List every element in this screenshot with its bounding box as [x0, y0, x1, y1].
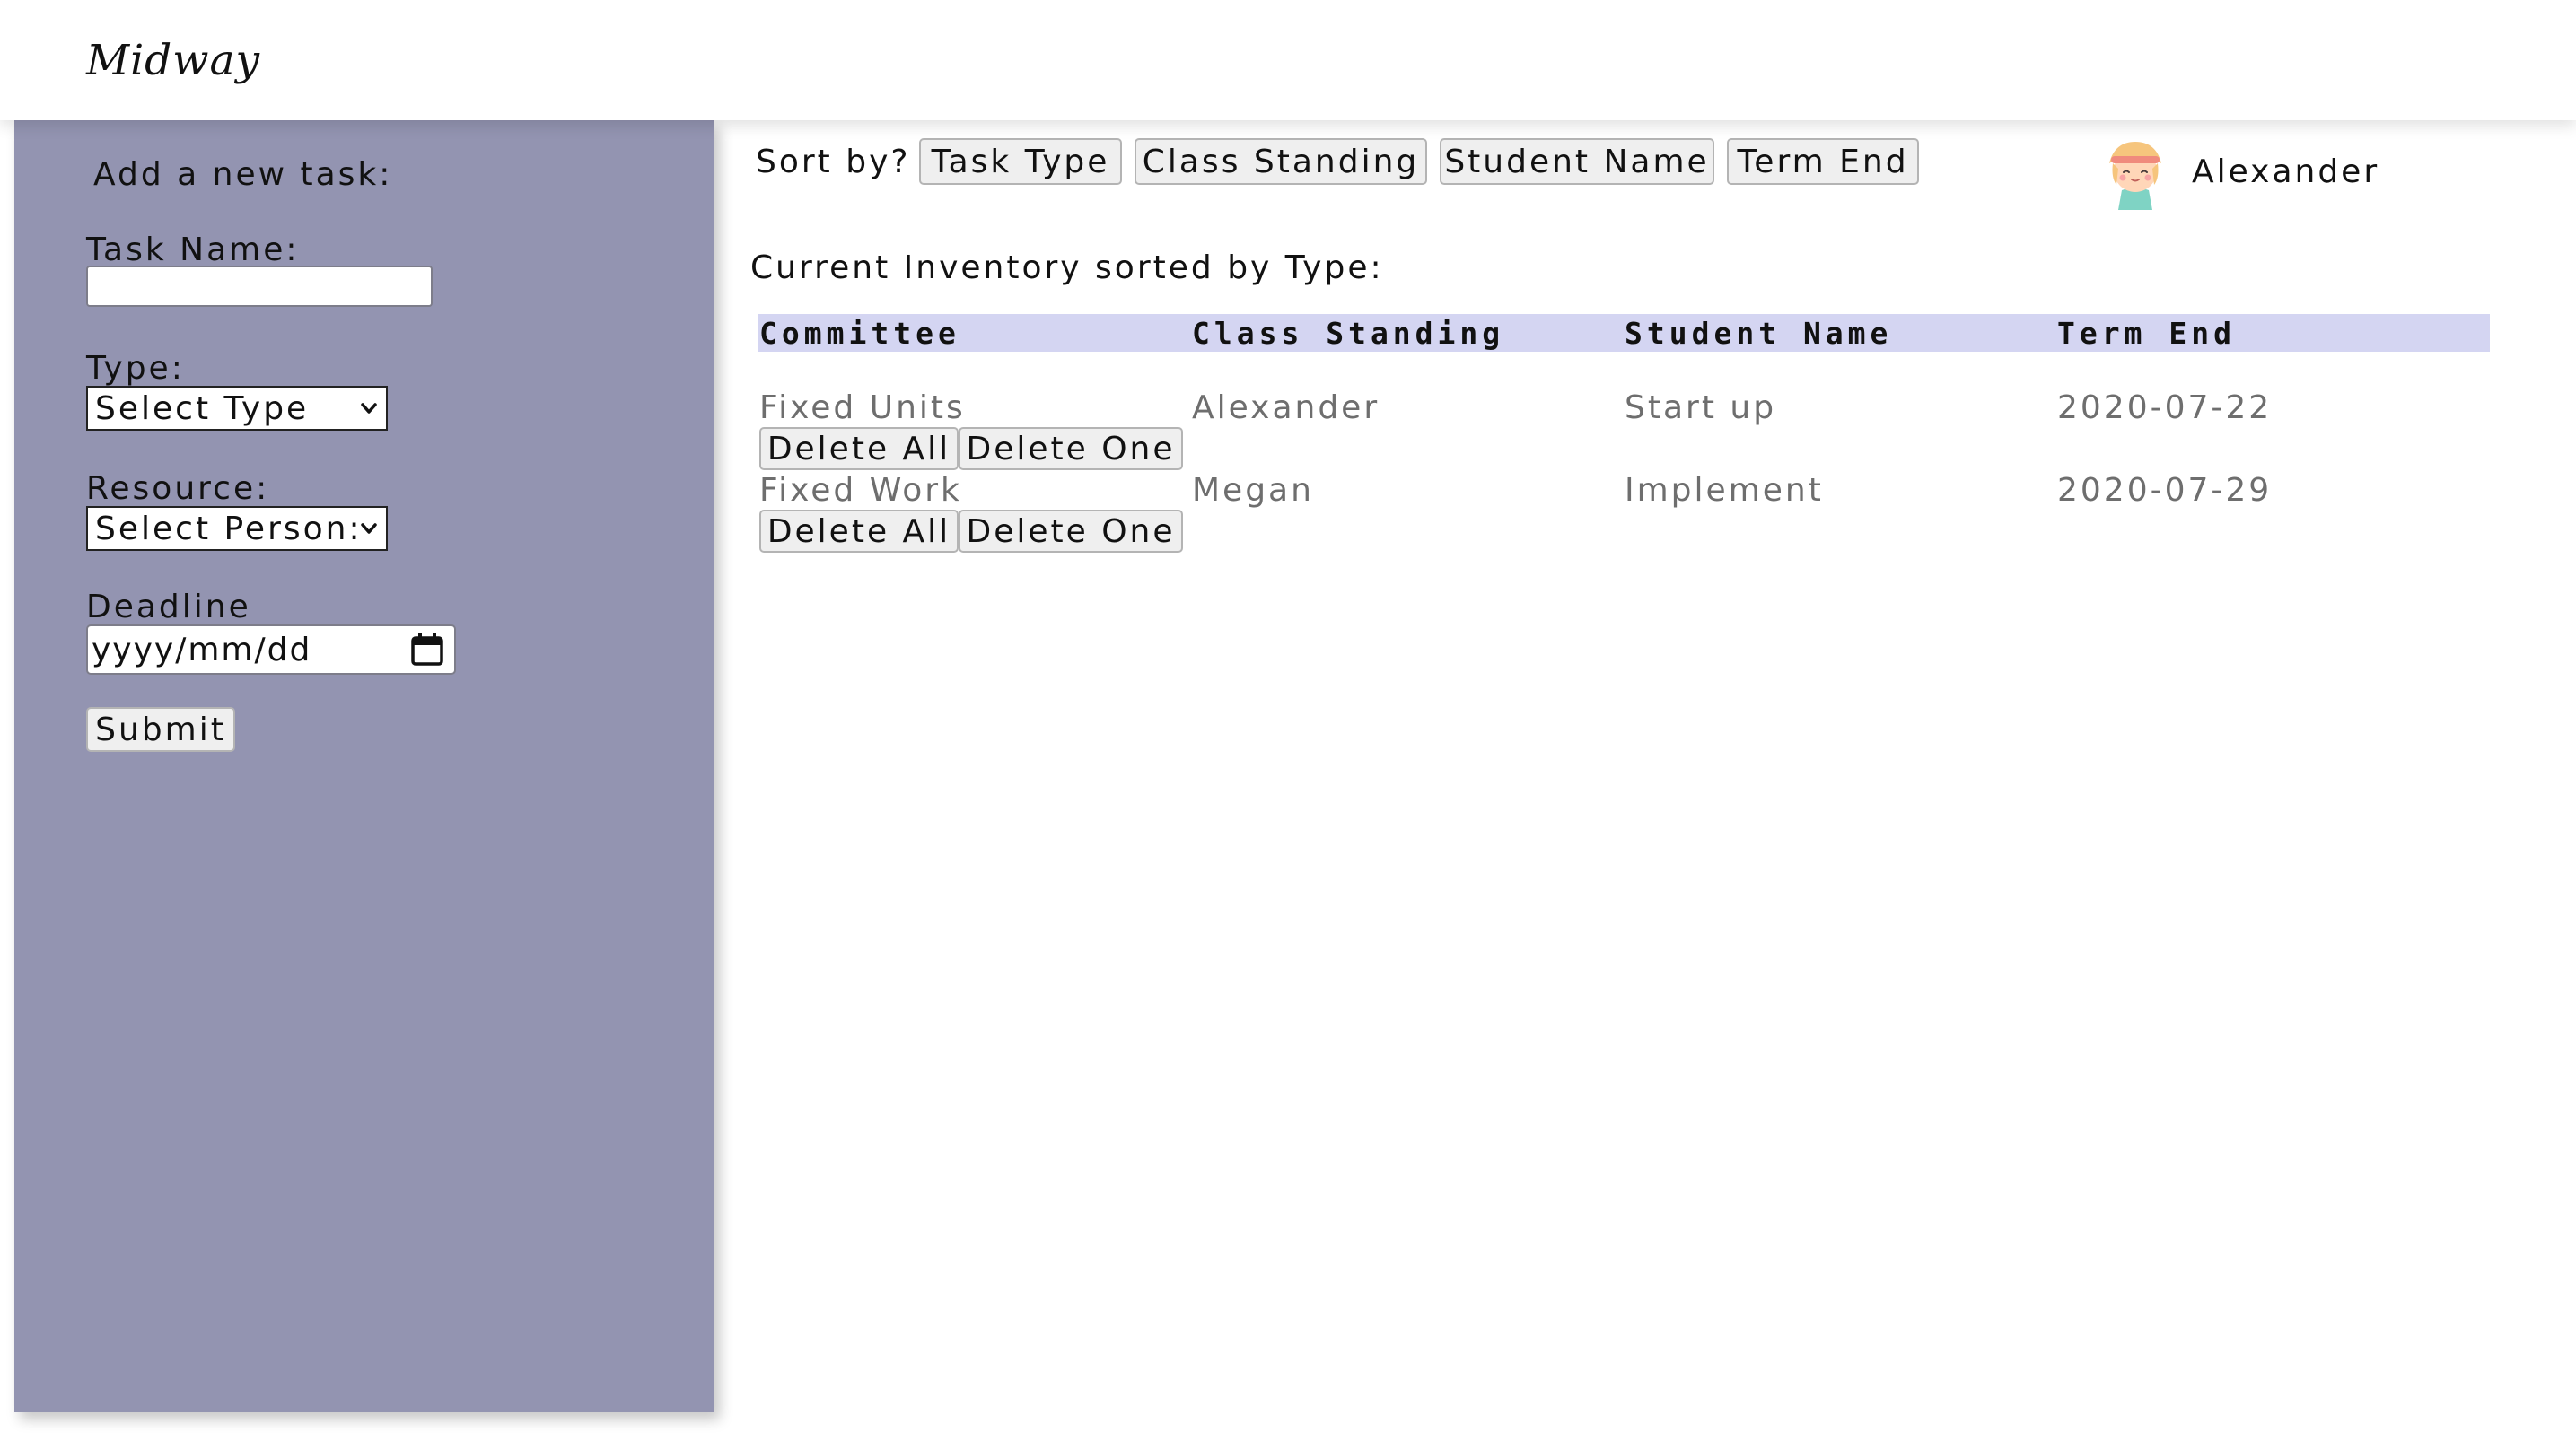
type-label: Type: — [86, 350, 185, 387]
row-cell-class-standing: Alexander — [1192, 389, 1380, 426]
resource-label: Resource: — [86, 470, 270, 507]
task-name-input[interactable] — [86, 266, 433, 307]
user-profile[interactable]: Alexander — [2097, 133, 2379, 210]
column-header-term-end: Term End — [2057, 316, 2236, 351]
app-header: Midway — [0, 0, 2576, 120]
sort-task-type-button[interactable]: Task Type — [919, 138, 1122, 185]
sort-term-end-button[interactable]: Term End — [1727, 138, 1919, 185]
form-title: Add a new task: — [93, 156, 393, 193]
chevron-down-icon — [357, 397, 381, 420]
delete-all-button[interactable]: Delete All — [759, 427, 959, 470]
column-header-class-standing: Class Standing — [1192, 316, 1505, 351]
sort-label: Sort by? — [756, 144, 911, 180]
row-cell-class-standing: Megan — [1192, 472, 1314, 509]
deadline-label: Deadline — [86, 589, 251, 625]
app-logo[interactable]: Midway — [86, 36, 260, 85]
type-select[interactable]: Select Type — [86, 386, 388, 431]
delete-one-button[interactable]: Delete One — [959, 510, 1183, 553]
resource-select[interactable]: Select Person: — [86, 506, 388, 551]
row-cell-student-name: Implement — [1625, 472, 1824, 509]
sort-class-standing-button[interactable]: Class Standing — [1135, 138, 1427, 185]
row-cell-committee: Fixed Units — [759, 389, 966, 426]
calendar-icon[interactable] — [409, 632, 445, 668]
deadline-date-input[interactable]: yyyy/mm/dd — [86, 624, 456, 675]
row-cell-student-name: Start up — [1625, 389, 1777, 426]
submit-button[interactable]: Submit — [86, 707, 235, 752]
user-name: Alexander — [2192, 153, 2380, 190]
deadline-placeholder: yyyy/mm/dd — [92, 631, 312, 668]
avatar — [2109, 142, 2161, 210]
row-cell-term-end: 2020-07-22 — [2057, 389, 2273, 426]
chevron-down-icon — [357, 517, 381, 540]
sort-student-name-button[interactable]: Student Name — [1440, 138, 1714, 185]
delete-one-button[interactable]: Delete One — [959, 427, 1183, 470]
task-name-label: Task Name: — [86, 231, 300, 268]
column-header-student-name: Student Name — [1625, 316, 1893, 351]
delete-all-button[interactable]: Delete All — [759, 510, 959, 553]
inventory-heading: Current Inventory sorted by Type: — [750, 249, 1384, 286]
row-cell-term-end: 2020-07-29 — [2057, 472, 2273, 509]
column-header-committee: Committee — [759, 316, 960, 351]
row-cell-committee: Fixed Work — [759, 472, 962, 509]
type-select-value: Select Type — [95, 389, 310, 427]
add-task-sidebar: Add a new task: Task Name: Type: Select … — [14, 120, 714, 1412]
table-header: Committee Class Standing Student Name Te… — [758, 314, 2490, 352]
resource-select-value: Select Person: — [95, 510, 357, 547]
